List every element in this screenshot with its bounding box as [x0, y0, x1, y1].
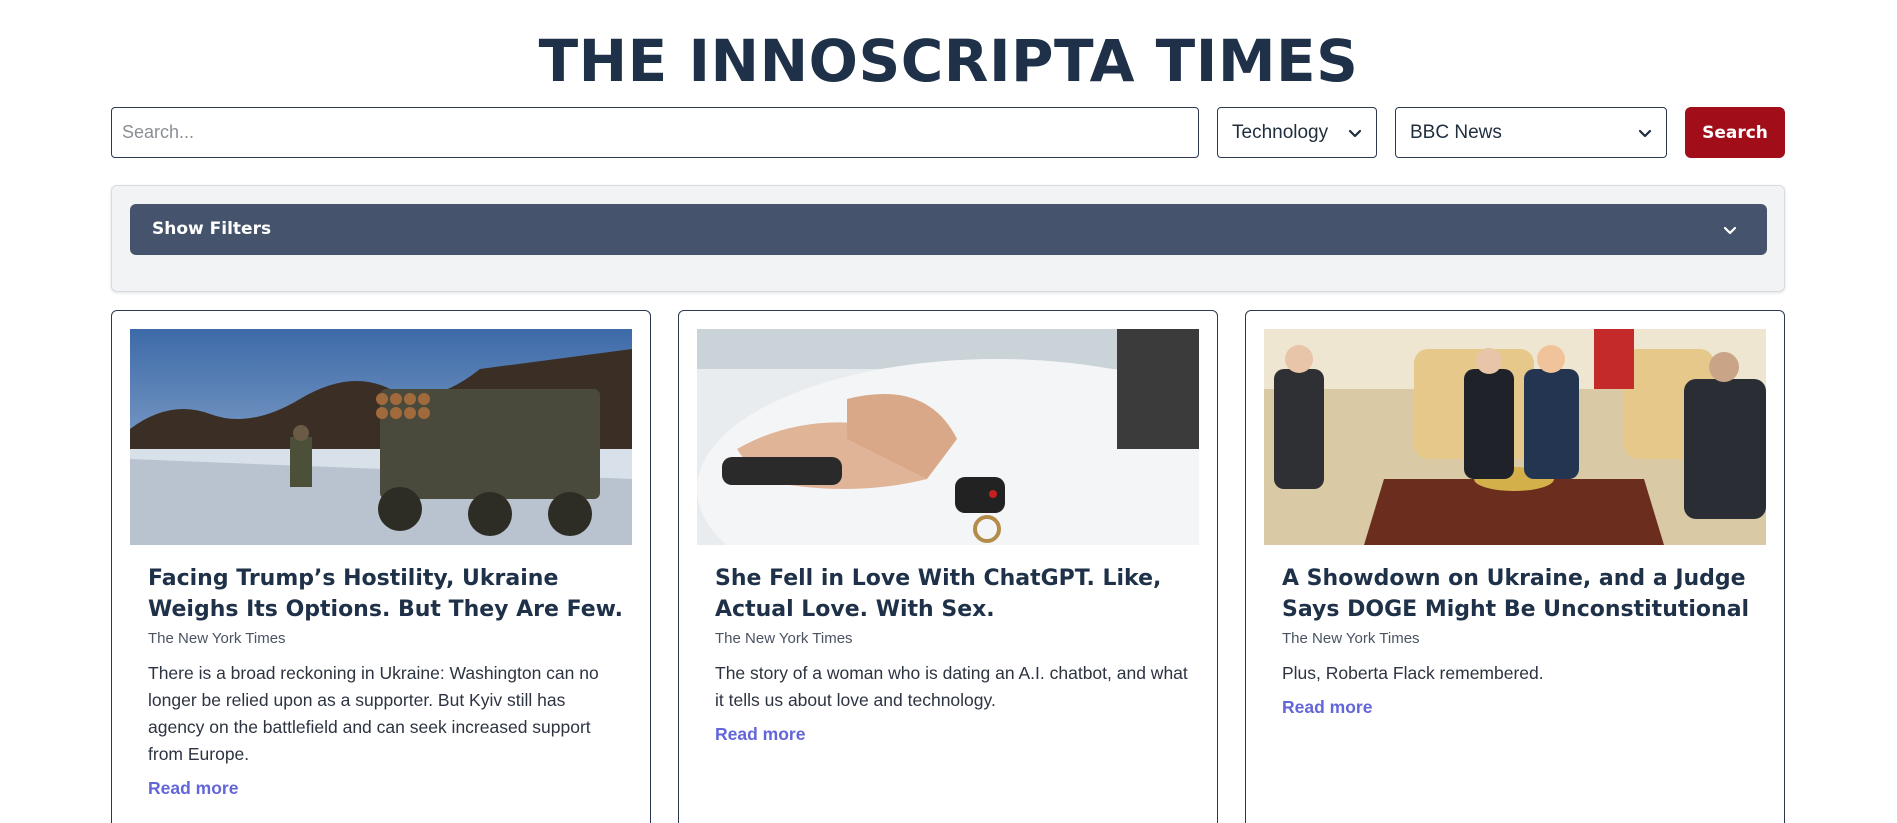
- chevron-down-icon: [1723, 226, 1737, 235]
- search-button[interactable]: Search: [1685, 107, 1785, 158]
- category-select[interactable]: Technology: [1217, 107, 1377, 158]
- category-select-value: Technology: [1232, 121, 1329, 143]
- article-description: Plus, Roberta Flack remembered.: [1282, 663, 1544, 683]
- article-description: The story of a woman who is dating an A.…: [715, 663, 1188, 710]
- site-title: THE INNOSCRIPTA TIMES: [538, 27, 1359, 95]
- read-more-link[interactable]: Read more: [1282, 697, 1372, 718]
- article-image[interactable]: [130, 329, 632, 545]
- search-input[interactable]: [111, 107, 1199, 158]
- scrollbar[interactable]: [1883, 0, 1897, 823]
- article-source: The New York Times: [148, 630, 286, 647]
- filter-panel: Show Filters: [111, 185, 1785, 292]
- article-source: The New York Times: [715, 630, 853, 647]
- read-more-link[interactable]: Read more: [148, 778, 238, 799]
- chevron-down-icon: [1638, 129, 1652, 138]
- article-title[interactable]: A Showdown on Ukraine, and a Judge Says …: [1282, 563, 1757, 625]
- article-card: She Fell in Love With ChatGPT. Like, Act…: [678, 310, 1218, 823]
- chevron-down-icon: [1348, 129, 1362, 138]
- article-image[interactable]: [697, 329, 1199, 545]
- read-more-link[interactable]: Read more: [715, 724, 805, 745]
- article-title[interactable]: Facing Trump’s Hostility, Ukraine Weighs…: [148, 563, 623, 625]
- article-description: There is a broad reckoning in Ukraine: W…: [148, 663, 599, 764]
- article-image[interactable]: [1264, 329, 1766, 545]
- article-card: A Showdown on Ukraine, and a Judge Says …: [1245, 310, 1785, 823]
- article-card: Facing Trump’s Hostility, Ukraine Weighs…: [111, 310, 651, 823]
- search-bar: Technology BBC News Search: [111, 107, 1785, 158]
- source-select-value: BBC News: [1410, 121, 1502, 143]
- show-filters-label: Show Filters: [152, 219, 272, 239]
- source-select[interactable]: BBC News: [1395, 107, 1667, 158]
- show-filters-toggle[interactable]: Show Filters: [130, 204, 1767, 255]
- article-title[interactable]: She Fell in Love With ChatGPT. Like, Act…: [715, 563, 1190, 625]
- article-source: The New York Times: [1282, 630, 1420, 647]
